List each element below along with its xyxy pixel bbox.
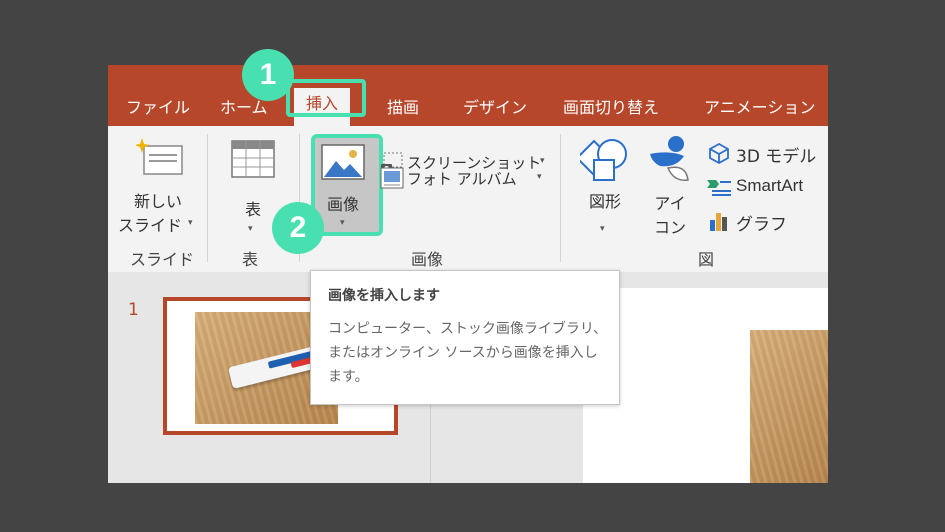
shapes-button[interactable]: 図形 ▾	[576, 132, 634, 240]
group-label-images: 画像	[411, 250, 444, 269]
insert-image-tooltip: 画像を挿入します コンピューター、ストック画像ライブラリ、またはオンライン ソー…	[310, 270, 620, 405]
group-label-table: 表	[242, 250, 259, 269]
tab-file[interactable]: ファイル	[126, 94, 190, 118]
chevron-down-icon: ▾	[340, 218, 345, 228]
photo-album-button[interactable]: フォト アルバム ▾	[380, 164, 550, 192]
photo-album-label: フォト アルバム	[407, 170, 517, 188]
smartart-icon	[707, 180, 731, 196]
icons-icon	[650, 136, 689, 181]
chevron-down-icon: ▾	[537, 172, 542, 182]
tab-transitions[interactable]: 画面切り替え	[563, 94, 659, 118]
photo-album-icon	[380, 167, 404, 189]
tooltip-body: コンピューター、ストック画像ライブラリ、またはオンライン ソースから画像を挿入し…	[328, 321, 608, 385]
chevron-down-icon: ▾	[188, 218, 193, 228]
smartart-button[interactable]: SmartArt	[707, 174, 824, 200]
image-icon	[321, 144, 365, 180]
tab-design[interactable]: デザイン	[463, 94, 527, 118]
tab-draw[interactable]: 描画	[387, 94, 419, 118]
chart-button[interactable]: グラフ	[708, 208, 824, 235]
insert-tab-highlight	[286, 79, 366, 117]
table-icon	[231, 140, 275, 178]
icons-label-2: コン	[653, 218, 686, 237]
3d-model-label: 3D モデル	[736, 147, 817, 167]
tooltip-title: 画像を挿入します	[328, 288, 440, 304]
new-slide-button[interactable]: 新しい スライド ▾	[116, 132, 200, 240]
shapes-label: 図形	[588, 192, 621, 211]
icons-button[interactable]: アイ コン	[642, 132, 698, 240]
group-label-illustrations: 図	[698, 250, 715, 269]
bar-chart-icon	[710, 213, 727, 231]
divider	[207, 134, 208, 262]
icons-label-1: アイ	[654, 194, 686, 213]
group-label-slides: スライド	[130, 250, 195, 269]
divider	[560, 134, 561, 262]
new-slide-icon	[136, 138, 183, 175]
slide-image	[750, 330, 828, 483]
chevron-down-icon: ▾	[248, 224, 253, 234]
shapes-icon	[580, 139, 627, 181]
slide-number: 1	[128, 300, 139, 320]
cube-icon	[709, 142, 729, 164]
tab-animations[interactable]: アニメーション	[704, 94, 815, 118]
step-2-badge: 2	[272, 202, 324, 254]
chart-label: グラフ	[736, 215, 787, 235]
smartart-label: SmartArt	[736, 176, 804, 195]
chevron-down-icon: ▾	[600, 224, 605, 234]
ribbon: 新しい スライド ▾ スライド 表 ▾ 表 画像 ▾ スクリーンショット ▾ フ…	[108, 126, 828, 273]
ribbon-tab-bar: ファイル ホーム 挿入 描画 デザイン 画面切り替え アニメーション	[108, 65, 828, 126]
new-slide-label-2: スライド	[117, 216, 182, 235]
new-slide-label-1: 新しい	[133, 192, 182, 211]
image-label: 画像	[326, 195, 359, 214]
3d-model-button[interactable]: 3D モデル	[708, 140, 824, 167]
